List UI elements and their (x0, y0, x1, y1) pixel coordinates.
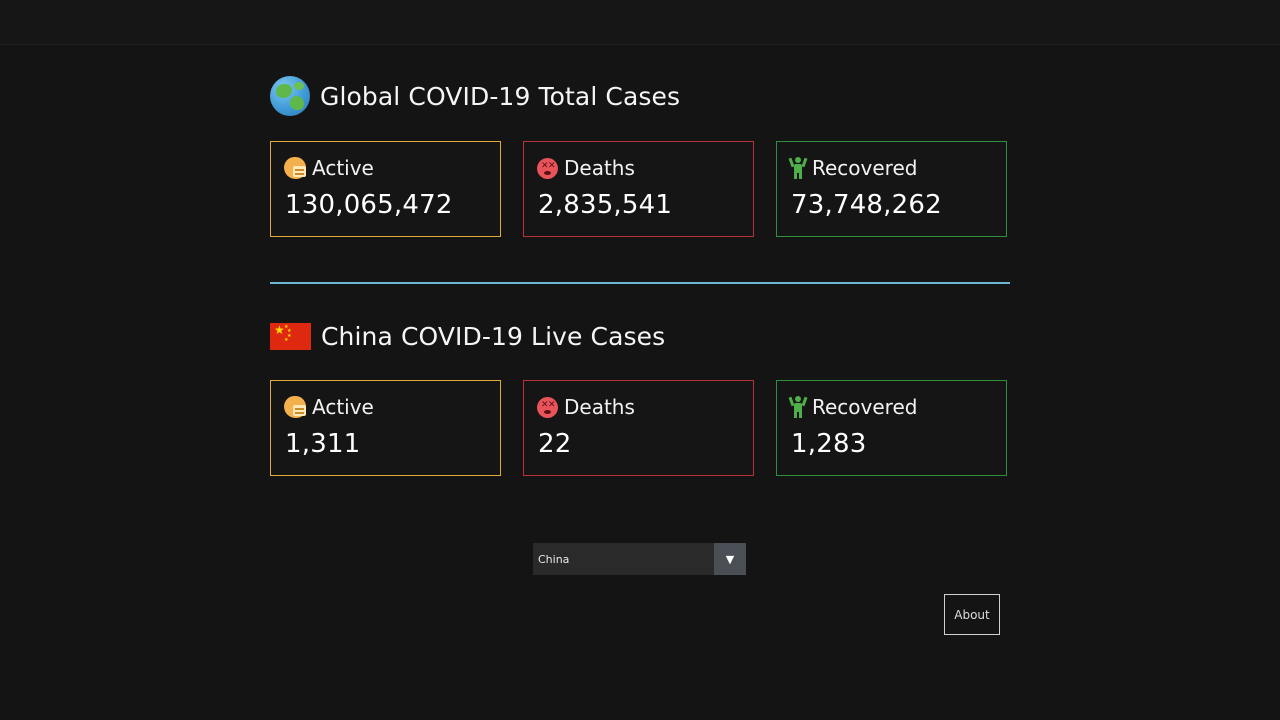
top-bar (0, 0, 1280, 45)
global-active-label: Active (312, 156, 374, 180)
dizzy-face-icon: ✕ ✕ (537, 396, 558, 418)
global-title-text: Global COVID-19 Total Cases (320, 81, 681, 111)
country-recovered-label: Recovered (812, 395, 918, 419)
country-section-title: ★ ★ ★ ★ ★ China COVID-19 Live Cases (270, 316, 665, 356)
global-recovered-label: Recovered (812, 156, 918, 180)
country-active-label: Active (312, 395, 374, 419)
country-recovered-card: Recovered 1,283 (776, 380, 1007, 476)
country-recovered-value: 1,283 (791, 429, 867, 459)
country-deaths-value: 22 (538, 429, 572, 459)
global-active-value: 130,065,472 (285, 190, 453, 220)
country-select-value: China (538, 552, 570, 566)
masked-face-icon (284, 157, 306, 179)
global-deaths-label: Deaths (564, 156, 635, 180)
country-active-card: Active 1,311 (270, 380, 501, 476)
global-deaths-card: ✕ ✕ Deaths 2,835,541 (523, 141, 754, 237)
about-button[interactable]: About (944, 594, 1000, 635)
country-active-value: 1,311 (285, 429, 361, 459)
global-active-card: Active 130,065,472 (270, 141, 501, 237)
country-title-text: China COVID-19 Live Cases (321, 321, 666, 351)
global-recovered-card: Recovered 73,748,262 (776, 141, 1007, 237)
global-deaths-value: 2,835,541 (538, 190, 673, 220)
global-section-title: Global COVID-19 Total Cases (270, 76, 680, 116)
person-celebrating-icon (788, 396, 808, 418)
global-recovered-value: 73,748,262 (791, 190, 942, 220)
country-deaths-label: Deaths (564, 395, 635, 419)
china-flag-icon: ★ ★ ★ ★ ★ (270, 322, 311, 350)
globe-icon (270, 76, 310, 116)
country-select[interactable]: China ▼ (533, 543, 746, 575)
country-deaths-card: ✕ ✕ Deaths 22 (523, 380, 754, 476)
dropdown-arrow-icon[interactable]: ▼ (714, 543, 746, 575)
dizzy-face-icon: ✕ ✕ (537, 157, 558, 179)
person-celebrating-icon (788, 157, 808, 179)
section-divider (270, 282, 1010, 284)
masked-face-icon (284, 396, 306, 418)
